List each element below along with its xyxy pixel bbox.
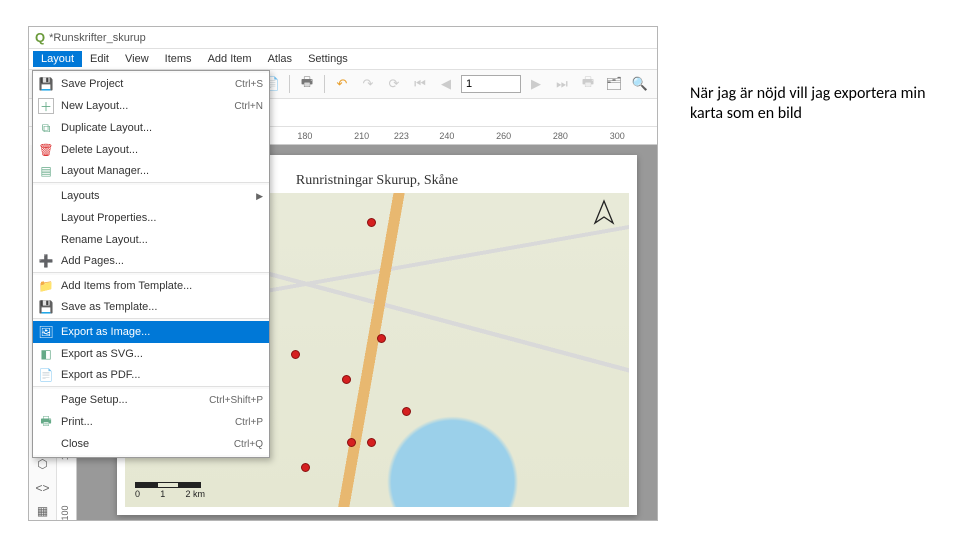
next-icon[interactable]: ▶ (525, 73, 547, 95)
chevron-right-icon: ▶ (256, 191, 263, 202)
prev-icon[interactable]: ◀ (435, 73, 457, 95)
titlebar: Q *Runskrifter_skurup (29, 27, 657, 49)
qgis-logo-icon: Q (35, 30, 45, 45)
menu-layout-properties[interactable]: Layout Properties... (33, 207, 269, 229)
folder-icon: 📁 (37, 277, 55, 295)
data-point (367, 438, 376, 447)
slide-annotation: När jag är nöjd vill jag exportera min k… (690, 84, 940, 124)
menu-layout[interactable]: Layout (33, 51, 82, 67)
menu-edit[interactable]: Edit (82, 51, 117, 67)
menu-duplicate-layout[interactable]: ⧉ Duplicate Layout... (33, 117, 269, 139)
svg-icon: ◧ (37, 345, 55, 363)
menu-settings[interactable]: Settings (300, 51, 356, 67)
duplicate-icon: ⧉ (37, 119, 55, 137)
menu-export-as-image[interactable]: 🖼 Export as Image... (33, 321, 269, 343)
data-point (342, 375, 351, 384)
first-icon[interactable]: ⏮ (409, 73, 431, 95)
menu-save-project[interactable]: 💾 Save Project Ctrl+S (33, 73, 269, 95)
add-html-icon[interactable]: <> (33, 479, 53, 497)
menu-export-as-svg[interactable]: ◧ Export as SVG... (33, 343, 269, 365)
save-template-icon: 💾 (37, 298, 55, 316)
menu-page-setup[interactable]: Page Setup... Ctrl+Shift+P (33, 389, 269, 411)
redo-icon[interactable]: ↷ (357, 73, 379, 95)
image-icon: 🖼 (37, 323, 55, 341)
window-title: *Runskrifter_skurup (49, 32, 146, 44)
menu-delete-layout[interactable]: 🗑 Delete Layout... (33, 139, 269, 161)
menu-atlas[interactable]: Atlas (260, 51, 300, 67)
add-table-icon[interactable]: ▦ (33, 502, 53, 520)
menubar: Layout Edit View Items Add Item Atlas Se… (29, 49, 657, 69)
undo-icon[interactable]: ↶ (331, 73, 353, 95)
pdf-icon: 📄 (37, 366, 55, 384)
menu-layout-manager[interactable]: ▤ Layout Manager... (33, 161, 269, 183)
data-point (377, 334, 386, 343)
menu-print[interactable]: 🖶 Print... Ctrl+P (33, 411, 269, 433)
data-point (291, 350, 300, 359)
menu-additem[interactable]: Add Item (200, 51, 260, 67)
menu-items[interactable]: Items (157, 51, 200, 67)
data-point (301, 463, 310, 472)
separator (289, 75, 290, 93)
separator (324, 75, 325, 93)
menu-layouts-submenu[interactable]: Layouts ▶ (33, 185, 269, 207)
menu-close[interactable]: Close Ctrl+Q (33, 433, 269, 455)
atlas-print-icon[interactable]: 🖶 (577, 73, 599, 95)
manager-icon: ▤ (37, 162, 55, 180)
menu-add-pages[interactable]: ➕ Add Pages... (33, 251, 269, 273)
print-icon[interactable]: 🖶 (296, 73, 318, 95)
save-icon: 💾 (37, 75, 55, 93)
atlas-settings-icon[interactable]: 🔍 (629, 73, 651, 95)
delete-icon: 🗑 (37, 141, 55, 159)
page-number-input[interactable] (461, 75, 521, 93)
atlas-export-icon[interactable]: 🗂 (603, 73, 625, 95)
scalebar: 0 1 2 km (135, 482, 205, 499)
data-point (367, 218, 376, 227)
add-page-icon: ➕ (37, 252, 55, 270)
menu-rename-layout[interactable]: Rename Layout... (33, 229, 269, 251)
data-point (347, 438, 356, 447)
north-arrow-icon (591, 199, 617, 235)
print-icon: 🖶 (37, 413, 55, 431)
menu-new-layout[interactable]: ＋ New Layout... Ctrl+N (33, 95, 269, 117)
menu-export-as-pdf[interactable]: 📄 Export as PDF... (33, 365, 269, 387)
data-point (402, 407, 411, 416)
last-icon[interactable]: ⏭ (551, 73, 573, 95)
layout-menu-dropdown: 💾 Save Project Ctrl+S ＋ New Layout... Ct… (32, 70, 270, 458)
new-layout-icon: ＋ (37, 97, 55, 115)
menu-add-from-template[interactable]: 📁 Add Items from Template... (33, 275, 269, 297)
menu-view[interactable]: View (117, 51, 157, 67)
menu-save-as-template[interactable]: 💾 Save as Template... (33, 297, 269, 319)
refresh-icon[interactable]: ⟳ (383, 73, 405, 95)
